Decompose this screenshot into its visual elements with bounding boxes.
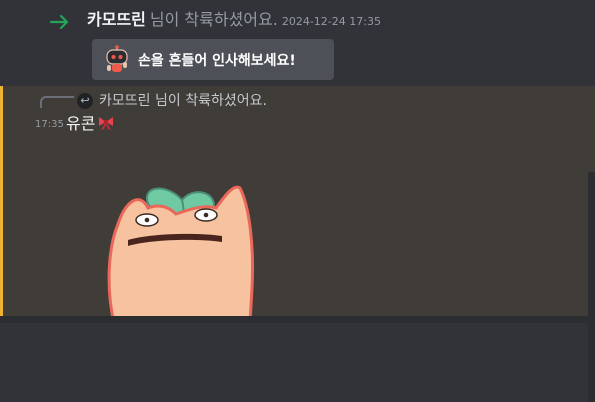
reply-username[interactable]: 카모뜨린 — [99, 93, 151, 109]
reply-text: 님이 착륙하셨어요. — [154, 93, 267, 109]
reply-avatar-icon[interactable]: ↩ — [77, 93, 93, 109]
wave-hello-button[interactable]: 손을 흔들어 인사해보세요! — [92, 39, 334, 80]
scrollbar[interactable] — [588, 172, 595, 402]
reply-spine — [40, 96, 74, 108]
ribbon-emoji-icon — [99, 117, 114, 130]
message-timestamp: 17:35 — [35, 119, 64, 130]
join-username[interactable]: 카모뜨린 — [87, 10, 146, 29]
peach-character-sticker[interactable] — [104, 178, 264, 323]
reply-preview[interactable]: 카모뜨린 님이 착륙하셨어요. — [99, 91, 267, 111]
system-join-message: 카모뜨린 님이 착륙하셨어요. 2024-12-24 17:35 손을 흔들어 인사… — [0, 0, 595, 86]
bottom-divider — [0, 316, 595, 323]
wave-button-label: 손을 흔들어 인사해보세요! — [138, 52, 296, 69]
arrow-right-icon — [49, 14, 69, 30]
message-content: 유콘 — [66, 113, 115, 135]
robot-wave-icon — [106, 44, 128, 72]
join-timestamp: 2024-12-24 17:35 — [281, 15, 381, 28]
join-line: 카모뜨린 님이 착륙하셨어요. 2024-12-24 17:35 — [87, 8, 381, 34]
join-text: 님이 착륙하셨어요. — [149, 10, 278, 29]
message-text: 유콘 — [66, 114, 96, 133]
highlighted-message[interactable]: ↩ 카모뜨린 님이 착륙하셨어요. 17:35 유콘 — [0, 86, 595, 402]
mention-accent-bar — [0, 86, 3, 323]
